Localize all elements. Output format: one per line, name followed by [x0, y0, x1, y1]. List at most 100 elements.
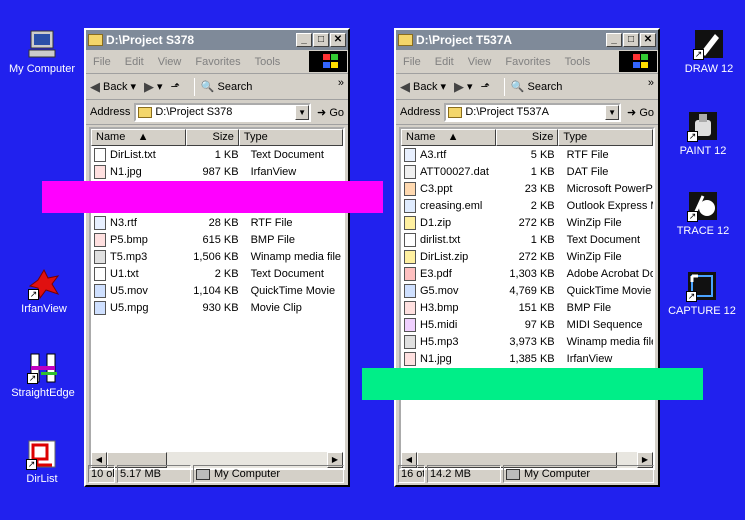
- column-name[interactable]: Name ▲: [401, 129, 496, 146]
- toolbar-overflow-icon[interactable]: »: [648, 77, 654, 89]
- file-row[interactable]: DirList.txt 1 KB Text Document: [91, 146, 343, 163]
- file-name: C3.ppt: [420, 182, 453, 195]
- file-name-cell: H5.mp3: [401, 334, 497, 349]
- file-row[interactable]: H5.mp3 3,973 KB Winamp media file: [401, 333, 653, 350]
- file-row[interactable]: dirlist.txt 1 KB Text Document: [401, 231, 653, 248]
- search-button[interactable]: 🔍 Search: [201, 80, 253, 94]
- up-folder-button[interactable]: ⬏: [171, 80, 180, 93]
- file-name: N1.jpg: [110, 165, 142, 178]
- desktop-icon-capture-12[interactable]: ↗ CAPTURE 12: [657, 270, 745, 317]
- go-button[interactable]: ➜ Go: [627, 106, 654, 119]
- desktop-icon-straightedge[interactable]: ↗ StraightEdge: [0, 352, 88, 399]
- desktop-icon-my-computer[interactable]: My Computer: [0, 28, 87, 75]
- file-name: H5.mp3: [420, 335, 459, 348]
- desktop-icon-trace-12[interactable]: ↗ TRACE 12: [658, 190, 745, 237]
- movie-file-icon: [94, 283, 106, 298]
- close-button[interactable]: ✕: [640, 33, 656, 47]
- midi-file-icon: [404, 317, 416, 332]
- file-row[interactable]: creasing.eml 2 KB Outlook Express M: [401, 197, 653, 214]
- file-size: 97 KB: [524, 318, 555, 331]
- forward-button[interactable]: ▶ ▾: [454, 79, 473, 95]
- folder-icon: [138, 106, 153, 118]
- file-type: BMP File: [566, 301, 612, 314]
- desktop-icon-dirlist[interactable]: ↗ DirList: [0, 438, 87, 485]
- toolbar: ◀ Back ▾ ▶ ▾ ⬏ 🔍 Search »: [86, 74, 348, 100]
- menu-tools[interactable]: Tools: [248, 56, 288, 68]
- file-type: RTF File: [566, 148, 609, 161]
- toolbar-overflow-icon[interactable]: »: [338, 77, 344, 89]
- menu-file[interactable]: File: [86, 56, 118, 68]
- file-row[interactable]: H3.bmp 151 KB BMP File: [401, 299, 653, 316]
- file-row[interactable]: G5.mov 4,769 KB QuickTime Movie: [401, 282, 653, 299]
- file-row[interactable]: DirList.zip 272 KB WinZip File: [401, 248, 653, 265]
- file-name: DirList.zip: [420, 250, 469, 263]
- file-row[interactable]: ATT00027.dat 1 KB DAT File: [401, 163, 653, 180]
- column-type[interactable]: Type: [558, 129, 653, 146]
- desktop-icon-draw-12[interactable]: ↗ DRAW 12: [664, 28, 745, 75]
- back-button[interactable]: ◀ Back ▾: [90, 79, 136, 95]
- maximize-button[interactable]: □: [313, 33, 329, 47]
- file-list[interactable]: Name ▲ Size Type DirList.txt 1 KB Text Doc…: [89, 127, 345, 470]
- file-row[interactable]: C3.ppt 23 KB Microsoft PowerPo: [401, 180, 653, 197]
- file-type: WinZip File: [566, 216, 622, 229]
- menu-view[interactable]: View: [461, 56, 499, 68]
- menu-tools[interactable]: Tools: [558, 56, 598, 68]
- column-type[interactable]: Type: [238, 129, 343, 146]
- explorer-window-left[interactable]: D:\Project S378 _ □ ✕ File Edit View Fav…: [84, 28, 350, 487]
- file-row[interactable]: N1.jpg 1,385 KB IrfanView: [401, 350, 653, 367]
- close-button[interactable]: ✕: [330, 33, 346, 47]
- menu-favorites[interactable]: Favorites: [498, 56, 557, 68]
- chevron-down-icon[interactable]: ▼: [605, 104, 620, 120]
- go-button[interactable]: ➜ Go: [317, 106, 344, 119]
- menu-edit[interactable]: Edit: [428, 56, 461, 68]
- file-row[interactable]: N1.jpg 987 KB IrfanView: [91, 163, 343, 180]
- file-row[interactable]: U5.mpg 930 KB Movie Clip: [91, 299, 343, 316]
- menu-edit[interactable]: Edit: [118, 56, 151, 68]
- file-row[interactable]: U1.txt 2 KB Text Document: [91, 265, 343, 282]
- column-size[interactable]: Size: [495, 129, 559, 146]
- title-bar[interactable]: D:\Project S378 _ □ ✕: [86, 30, 348, 50]
- menu-view[interactable]: View: [151, 56, 189, 68]
- file-size: 1 KB: [530, 165, 555, 178]
- toolbar: ◀ Back ▾ ▶ ▾ ⬏ 🔍 Search »: [396, 74, 658, 100]
- desktop-icon-label: My Computer: [8, 63, 76, 75]
- file-row[interactable]: H5.midi 97 KB MIDI Sequence: [401, 316, 653, 333]
- file-row[interactable]: E3.pdf 1,303 KB Adobe Acrobat Do: [401, 265, 653, 282]
- menu-file[interactable]: File: [396, 56, 428, 68]
- file-row[interactable]: T5.mp3 1,506 KB Winamp media file: [91, 248, 343, 265]
- explorer-window-right[interactable]: D:\Project T537A _ □ ✕ File Edit View Fa…: [394, 28, 660, 487]
- file-row[interactable]: D1.zip 272 KB WinZip File: [401, 214, 653, 231]
- image-file-icon: [94, 232, 106, 247]
- text-file-icon: [404, 232, 416, 247]
- desktop-icon-irfanview[interactable]: ↗ IrfanView: [0, 268, 89, 315]
- file-row[interactable]: U5.mov 1,104 KB QuickTime Movie: [91, 282, 343, 299]
- file-row[interactable]: N3.rtf 28 KB RTF File: [91, 214, 343, 231]
- column-header: Name ▲ Size Type: [91, 129, 343, 146]
- column-name[interactable]: Name ▲: [91, 129, 186, 146]
- minimize-button[interactable]: _: [606, 33, 622, 47]
- status-size: 14.2 MB: [427, 465, 501, 483]
- file-row[interactable]: A3.rtf 5 KB RTF File: [401, 146, 653, 163]
- file-row[interactable]: P5.bmp 615 KB BMP File: [91, 231, 343, 248]
- desktop-icon-paint-12[interactable]: ↗ PAINT 12: [658, 110, 745, 157]
- column-size[interactable]: Size: [185, 129, 239, 146]
- search-button[interactable]: 🔍 Search: [511, 80, 563, 94]
- menu-bar: File Edit View Favorites Tools: [396, 50, 658, 74]
- maximize-button[interactable]: □: [623, 33, 639, 47]
- back-arrow-icon: ◀: [400, 78, 410, 94]
- minimize-button[interactable]: _: [296, 33, 312, 47]
- menu-favorites[interactable]: Favorites: [188, 56, 247, 68]
- chevron-down-icon[interactable]: ▼: [295, 104, 310, 120]
- title-bar[interactable]: D:\Project T537A _ □ ✕: [396, 30, 658, 50]
- file-list[interactable]: Name ▲ Size Type A3.rtf 5 KB RTF File ATT00…: [399, 127, 655, 470]
- forward-button[interactable]: ▶ ▾: [144, 79, 163, 95]
- file-name: U1.txt: [110, 267, 139, 280]
- back-button[interactable]: ◀ Back ▾: [400, 79, 446, 95]
- address-input[interactable]: D:\Project S378 ▼: [134, 102, 312, 122]
- shortcut-arrow-icon: ↗: [687, 211, 698, 222]
- up-folder-button[interactable]: ⬏: [481, 80, 490, 93]
- address-input[interactable]: D:\Project T537A ▼: [444, 102, 622, 122]
- desktop-icon-label: TRACE 12: [676, 225, 730, 237]
- file-size: 1 KB: [530, 233, 555, 246]
- file-name-cell: N3.rtf: [91, 215, 189, 230]
